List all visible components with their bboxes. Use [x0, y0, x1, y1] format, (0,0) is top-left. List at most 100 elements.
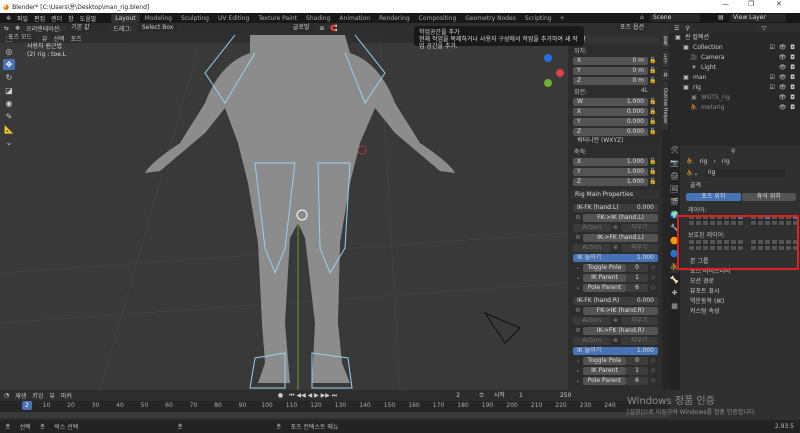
ikfk-slider[interactable]: IK-FK (hand.L) 0.000 — [573, 203, 658, 212]
pole-parent-value[interactable]: 6 — [626, 376, 648, 385]
value-field[interactable]: X 0 m — [573, 56, 648, 65]
bone-size-tool-icon[interactable]: ⌄ — [3, 137, 15, 148]
value-field[interactable]: Z 1.000 — [573, 177, 648, 186]
chevron-down-icon[interactable]: ⌄ — [573, 377, 583, 384]
properties-tab-icon[interactable]: 🛠 — [670, 146, 679, 156]
chevron-down-icon[interactable]: ⌄ — [573, 367, 583, 374]
select-box-tool-icon[interactable]: ⬚ — [3, 33, 15, 44]
visibility-icon[interactable]: 👁 ◘ — [779, 63, 796, 73]
timeline-menu-2[interactable]: 뷰 — [49, 391, 55, 400]
menu-item[interactable]: 편집 — [34, 14, 45, 23]
value-field[interactable]: W 1.000 — [573, 97, 648, 106]
toggle-pole-value[interactable]: 0 — [626, 263, 648, 272]
rotation-mode-dropdown[interactable]: 쿼터니언 (WXYZ) — [573, 137, 657, 145]
properties-tab-icon[interactable]: 🎬 — [670, 198, 679, 208]
ik-parent-label[interactable]: IK Parent — [583, 366, 626, 375]
collapsed-panel[interactable]: 뷰포트 표시 — [682, 287, 800, 297]
chevron-down-icon[interactable]: ⌄ — [573, 284, 583, 291]
minimize-button[interactable]: — — [722, 0, 729, 8]
tab-geometry-nodes[interactable]: Geometry Nodes — [461, 14, 520, 23]
collapsed-panel[interactable]: 모션 경로 — [682, 277, 800, 287]
action-field[interactable]: Action — [573, 316, 611, 325]
fk2ik-button[interactable]: FK->IK (hand.R) — [583, 306, 658, 315]
timeline-scrollbar[interactable] — [0, 412, 670, 418]
sidebar-tab[interactable]: 도구 — [662, 51, 669, 67]
ik-stretch-slider[interactable]: IK 늘이기 1.000 — [573, 253, 658, 262]
outliner-item[interactable]: 🎥 Camera 👁 ◘ — [670, 53, 800, 63]
rig-main-properties-header[interactable]: Rig Main Properties — [571, 190, 659, 199]
scene-selector[interactable]: Scene — [650, 14, 700, 22]
timeline-menu-3[interactable]: 마커 — [61, 391, 72, 400]
clear-button[interactable]: 지우기 — [620, 243, 658, 252]
properties-tab-icon[interactable]: 📷 — [670, 159, 679, 169]
menu-item[interactable]: 도움말 — [80, 14, 97, 23]
toggle-pole-label[interactable]: Toggle Pole — [583, 356, 626, 365]
timeline-menu-0[interactable]: 재생 — [15, 391, 26, 400]
pose-options-dropdown[interactable]: 포즈 옵션 — [616, 24, 648, 32]
outliner-item[interactable]: ⛹ metarig 👁 ◘ — [670, 103, 800, 113]
action-field[interactable]: Action — [573, 223, 611, 232]
visibility-icon[interactable]: ☑ 👁 ◘ — [769, 73, 796, 83]
chevron-down-icon[interactable]: ⌄ — [573, 357, 583, 364]
keyframe-icon[interactable]: ◇ — [648, 357, 658, 364]
transform-tool-icon[interactable]: ◉ — [3, 98, 15, 109]
lock-icon[interactable]: 🔓 — [648, 168, 658, 175]
editor-type-icon[interactable]: ◔ — [4, 392, 9, 399]
sidebar-tab[interactable]: 뷰 — [662, 69, 669, 80]
tab-uv-editing[interactable]: UV Editing — [214, 14, 253, 23]
keyframe-icon[interactable]: ◇ — [648, 274, 658, 281]
outliner-item[interactable]: ▣ Collection ☑ 👁 ◘ — [670, 43, 800, 53]
keyframe-icon[interactable]: ◇ — [648, 264, 658, 271]
outliner-item[interactable]: ☀ Light 👁 ◘ — [670, 63, 800, 73]
lock-icon[interactable]: 🔓 — [648, 57, 658, 64]
chevron-down-icon[interactable]: ⌄ — [573, 274, 583, 281]
clear-button[interactable]: 지우기 — [620, 336, 658, 345]
pole-parent-value[interactable]: 6 — [626, 283, 648, 292]
value-field[interactable]: X 0.000 — [573, 107, 648, 116]
maximize-button[interactable]: ❐ — [748, 0, 754, 8]
clear-button[interactable]: 지우기 — [620, 223, 658, 232]
properties-tab-icon[interactable]: 🖼 — [670, 185, 679, 195]
menu-item[interactable]: 파일 — [17, 14, 28, 23]
lock-icon[interactable]: 🔓 — [648, 67, 658, 74]
visibility-icon[interactable]: ☑ 👁 ◘ — [769, 83, 796, 93]
clock-icon[interactable]: ⏱ — [479, 392, 484, 400]
tab-scripting[interactable]: Scripting — [521, 14, 556, 23]
outliner-item[interactable]: ▣ man ☑ 👁 ◘ — [670, 73, 800, 83]
ik-parent-value[interactable]: 1 — [626, 366, 648, 375]
tab-sculpting[interactable]: Sculpting — [177, 14, 213, 23]
ik2fk-button[interactable]: IK->FK (hand.R) — [583, 326, 658, 335]
tab-modeling[interactable]: Modeling — [141, 14, 176, 23]
3d-viewport[interactable]: ⇆ ✥ 오리엔테이션: 기본 값 드래그: Select Box 글로벌 ⊕ 🧲… — [0, 23, 648, 390]
timeline-menu-1[interactable]: 키잉 — [32, 391, 43, 400]
blender-menu-icon[interactable]: ✲ — [6, 15, 11, 22]
armature-data-icon[interactable]: ⛹⌄ — [686, 170, 699, 177]
keyframe-icon[interactable]: ◇ — [648, 377, 658, 384]
properties-tab-icon[interactable]: 🖨 — [670, 172, 679, 182]
value-field[interactable]: Y 1.000 — [573, 167, 648, 176]
ik-parent-label[interactable]: IK Parent — [583, 273, 626, 282]
annotate-tool-icon[interactable]: ✎ — [3, 111, 15, 122]
clear-icon[interactable]: ⊗ — [611, 317, 621, 324]
value-field[interactable]: X 1.000 — [573, 157, 648, 166]
action-field[interactable]: Action — [573, 336, 611, 345]
tab-rendering[interactable]: Rendering — [375, 14, 414, 23]
timeline-ruler[interactable]: 10 20 30 40 50 60 70 80 90 100 110 120 130 140 150 160 1… — [0, 401, 670, 412]
current-frame-field[interactable]: 2 — [443, 391, 474, 400]
lock-icon[interactable]: 🔓 — [648, 118, 658, 125]
tab-compositing[interactable]: Compositing — [415, 14, 461, 23]
display-mode-icon[interactable]: ☰ — [674, 25, 679, 32]
record-icon[interactable]: ● — [278, 392, 283, 399]
sidebar-tab[interactable]: Outline Helper — [662, 82, 668, 131]
rotation-lock-4l[interactable]: 4L — [641, 87, 648, 95]
lock-icon[interactable]: 🔓 — [648, 108, 658, 115]
tab-shading[interactable]: Shading — [302, 14, 334, 23]
armature-name-field[interactable]: rig — [704, 169, 785, 177]
visibility-icon[interactable]: 👁 ◘ — [779, 93, 796, 103]
properties-tab-icon[interactable]: ▦ — [670, 302, 679, 312]
outliner-item[interactable]: ▣ WGTS_rig 👁 ◘ — [670, 93, 800, 103]
tab-animation[interactable]: Animation — [335, 14, 374, 23]
toggle-pole-value[interactable]: 0 — [626, 356, 648, 365]
filter-icon[interactable]: ⚲ — [685, 25, 689, 32]
pose-position-button[interactable]: 포즈 위치 — [686, 193, 741, 201]
